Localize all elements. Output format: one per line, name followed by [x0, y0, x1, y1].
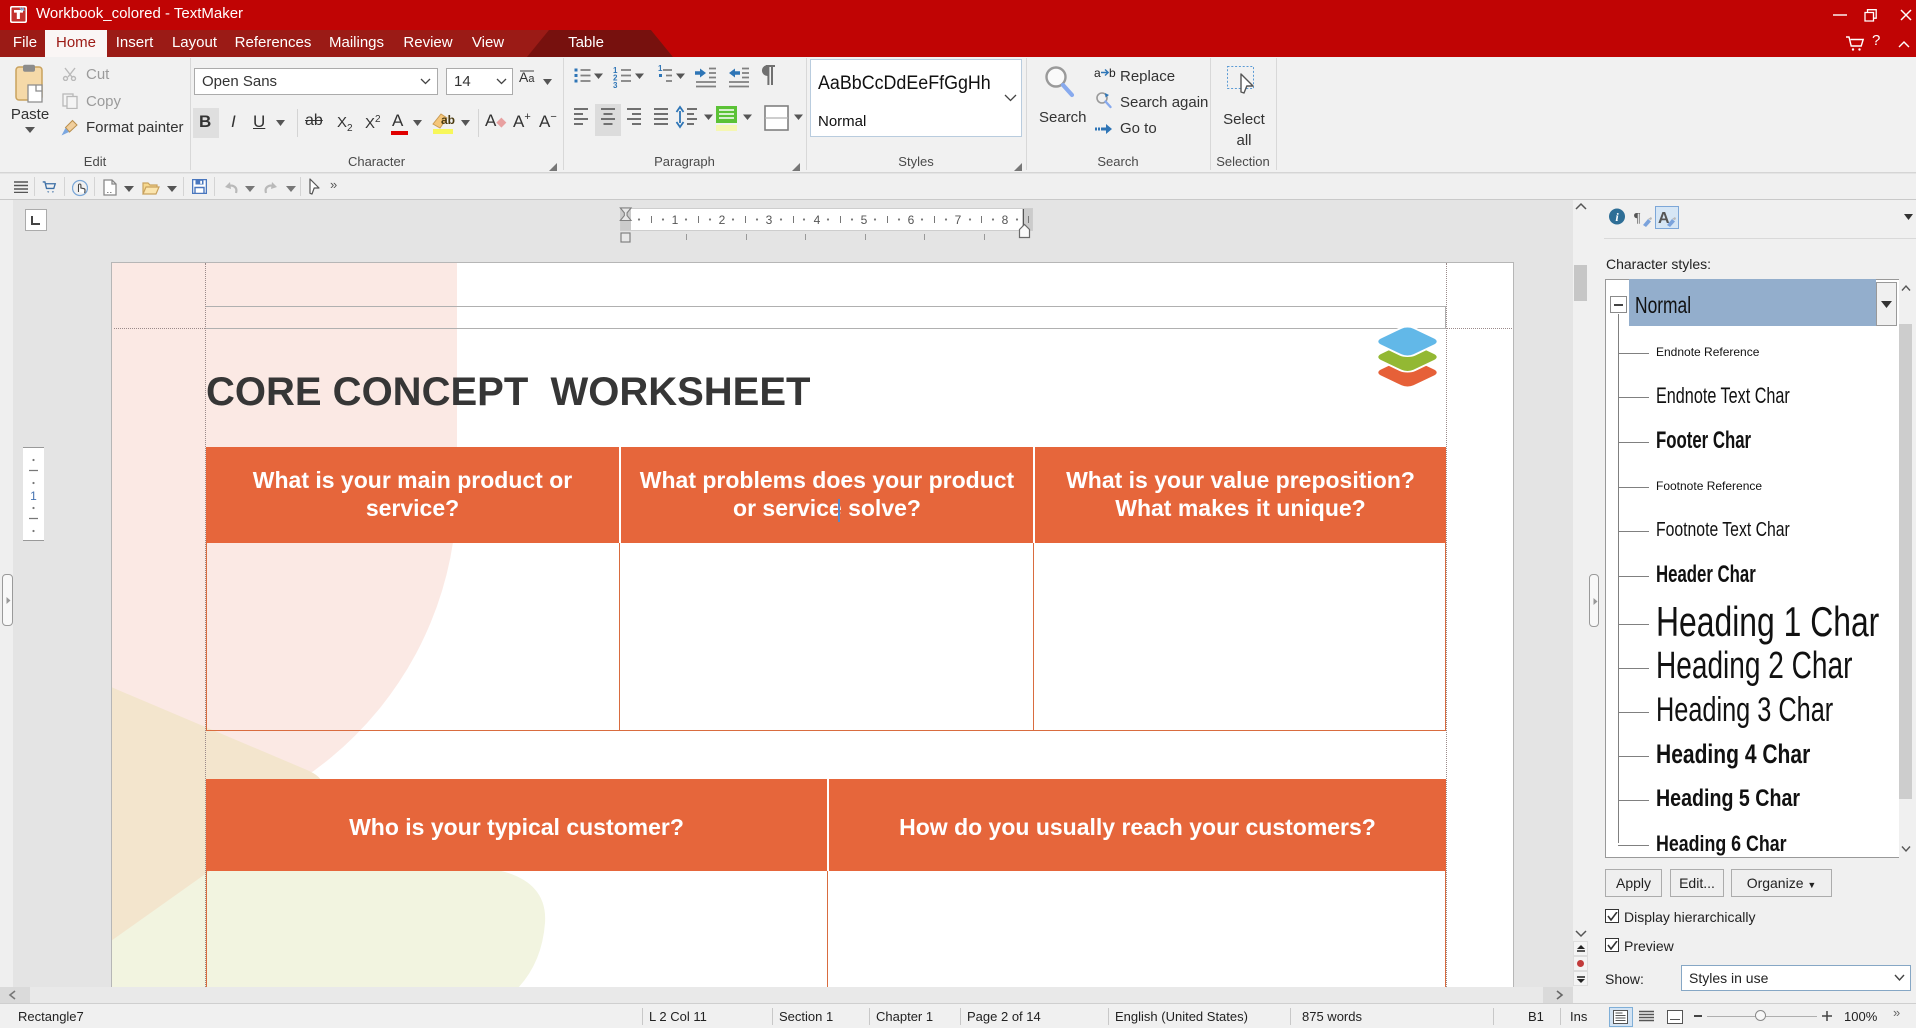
svg-text:7: 7 — [955, 213, 962, 227]
svg-text:a: a — [1094, 66, 1101, 79]
svg-text:1: 1 — [672, 213, 679, 227]
svg-text:6: 6 — [908, 213, 915, 227]
svg-text:ab: ab — [441, 113, 455, 127]
svg-text:5: 5 — [861, 213, 868, 227]
svg-text:1: 1 — [658, 64, 663, 73]
svg-text:8: 8 — [1002, 213, 1009, 227]
svg-text:3: 3 — [613, 81, 618, 90]
svg-text:2: 2 — [719, 213, 726, 227]
svg-text:4: 4 — [814, 213, 821, 227]
svg-text:¶: ¶ — [1634, 211, 1641, 226]
svg-text:1: 1 — [30, 489, 37, 503]
svg-text:3: 3 — [766, 213, 773, 227]
svg-text:b: b — [1109, 66, 1116, 79]
